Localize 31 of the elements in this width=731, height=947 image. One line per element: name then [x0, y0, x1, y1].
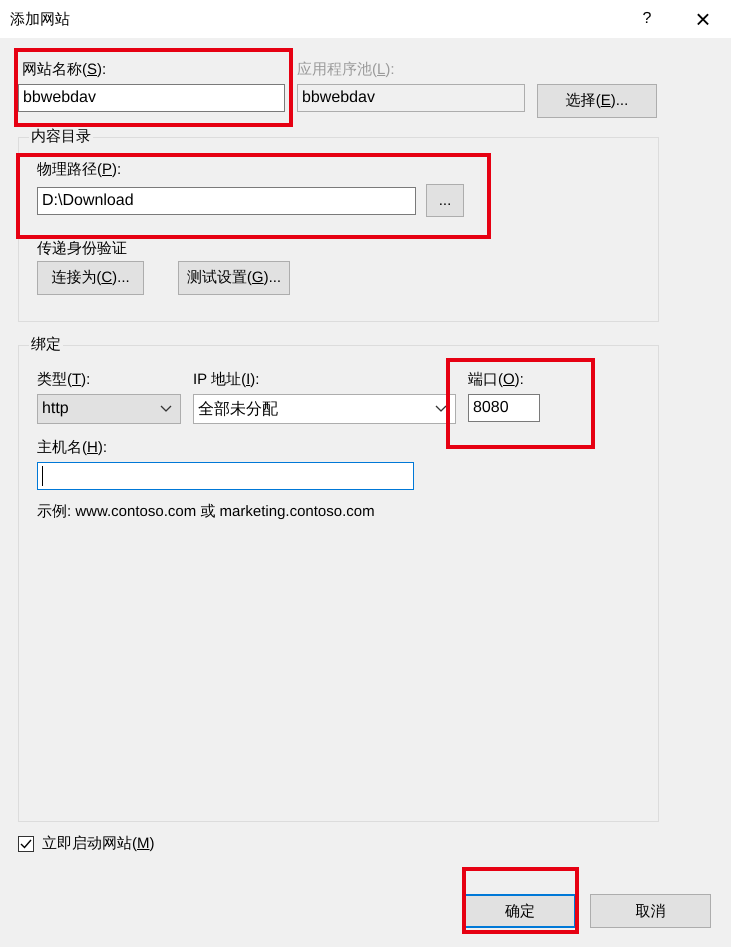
site-name-field[interactable]: bbwebdav [18, 84, 285, 112]
site-name-label: 网站名称(S): [22, 60, 108, 80]
close-button[interactable]: × [675, 0, 731, 38]
host-name-field[interactable] [37, 462, 414, 490]
physical-path-field[interactable]: D:\Download [37, 186, 416, 214]
example-text: 示例: www.contoso.com 或 marketing.contoso.com [37, 502, 376, 522]
port-field[interactable]: 8080 [468, 394, 540, 422]
physical-path-label: 物理路径(P): [37, 160, 122, 180]
ok-button[interactable]: 确定 [464, 894, 576, 928]
ip-address-dropdown[interactable]: 全部未分配 [193, 394, 456, 424]
window-title: 添加网站 [10, 10, 71, 28]
host-name-label: 主机名(H): [37, 438, 108, 458]
app-pool-label: 应用程序池(L): [297, 60, 396, 80]
start-now-checkbox[interactable] [18, 836, 34, 852]
auth-button-text: 测试设置(G)... [186, 269, 282, 286]
pass-through-auth-label: 传递身份验证 [37, 239, 128, 259]
ip-address-label: IP 地址(I): [193, 370, 260, 390]
auth-button-text: 连接为(C)... [51, 269, 130, 286]
port-label: 端口(O): [468, 370, 525, 390]
auth-button[interactable]: 连接为(C)... [37, 261, 144, 295]
help-button[interactable]: ? [619, 0, 675, 38]
check-icon [20, 839, 32, 849]
type-label: 类型(T): [37, 370, 92, 390]
cancel-button[interactable]: 取消 [590, 894, 711, 928]
start-now-label: 立即启动网站(M) [42, 834, 154, 854]
browse-button[interactable]: ... [426, 184, 464, 217]
select-button-text: 选择(E)... [566, 92, 628, 109]
chevron-down-icon [435, 405, 447, 413]
type-dropdown[interactable]: http [37, 394, 181, 424]
auth-button[interactable]: 测试设置(G)... [178, 261, 290, 295]
chevron-down-icon [160, 405, 172, 413]
